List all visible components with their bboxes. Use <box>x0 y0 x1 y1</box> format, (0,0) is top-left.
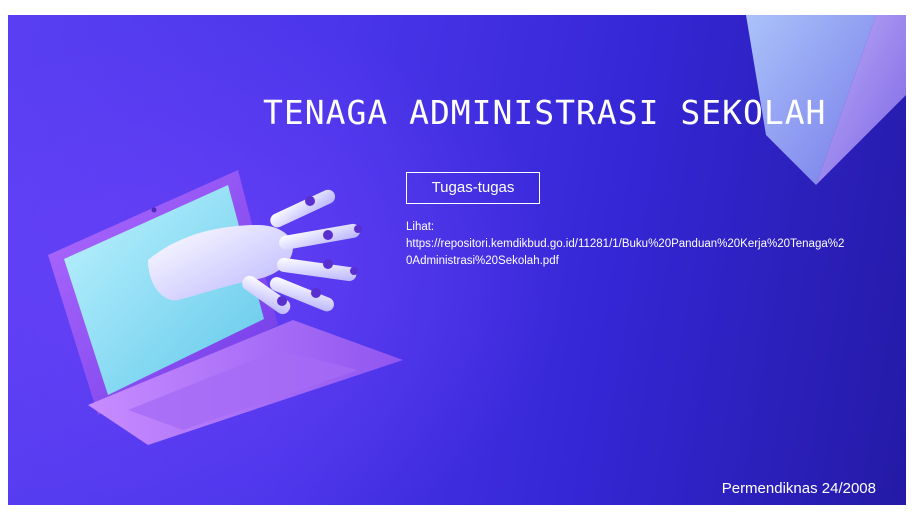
reference-label: Lihat: <box>406 221 435 233</box>
slide-title: TENAGA ADMINISTRASI SEKOLAH <box>263 93 827 132</box>
tasks-label: Tugas-tugas <box>431 179 515 196</box>
regulation-footer: Permendiknas 24/2008 <box>721 480 876 497</box>
reference-link[interactable]: https://repositori.kemdikbud.go.id/11281… <box>406 236 846 270</box>
presentation-frame: TENAGA ADMINISTRASI SEKOLAH Tugas-tugas … <box>0 0 914 520</box>
slide: TENAGA ADMINISTRASI SEKOLAH Tugas-tugas … <box>8 15 906 505</box>
tasks-label-box: Tugas-tugas <box>406 172 540 204</box>
laptop-robot-hand-illustration <box>48 170 403 445</box>
reference-block: Lihat: https://repositori.kemdikbud.go.i… <box>406 219 846 270</box>
